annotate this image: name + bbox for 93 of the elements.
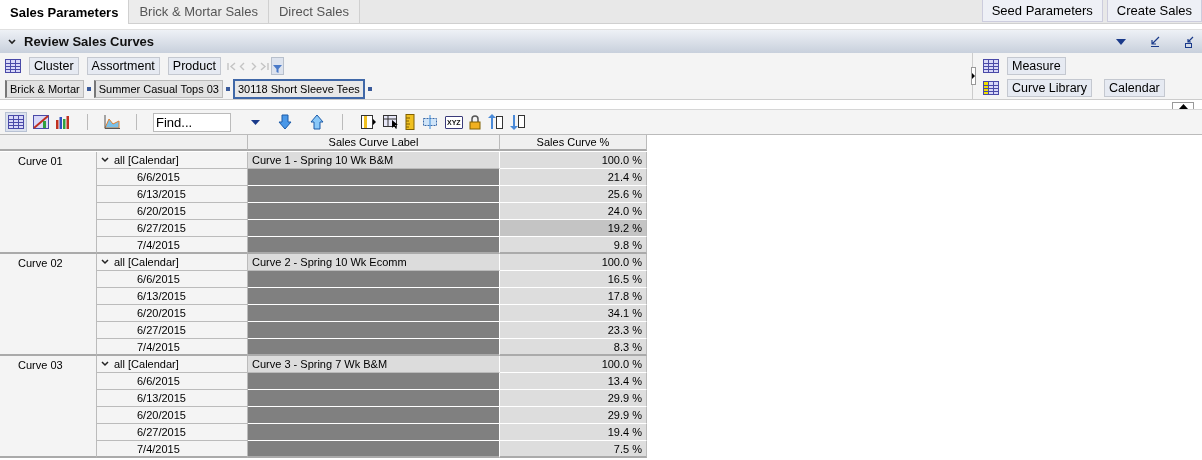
dimension-tile[interactable]: Curve Library (1007, 79, 1093, 97)
dimension-tile[interactable]: Measure (1007, 57, 1066, 75)
column-header: Sales Curve % (500, 135, 647, 151)
row-header: 7/4/2015 (97, 441, 248, 458)
table-cell: Curve 1 - Spring 10 Wk B&M (248, 152, 500, 169)
table-cell: Curve 2 - Spring 10 Wk Ecomm (248, 254, 500, 271)
section-title: Review Sales Curves (24, 34, 155, 49)
row-header: 6/20/2015 (97, 203, 248, 220)
row-header: 6/6/2015 (97, 271, 248, 288)
ruler-icon[interactable] (405, 114, 415, 130)
dimension-tile[interactable]: Assortment (86, 57, 160, 75)
dropdown-caret-icon[interactable] (251, 119, 260, 125)
row-header: 6/27/2015 (97, 220, 248, 237)
table-cell[interactable]: 34.1 % (500, 305, 647, 322)
grid-layout-icon (983, 59, 999, 73)
table-cell[interactable]: 19.2 % (500, 220, 647, 237)
row-header: 6/6/2015 (97, 169, 248, 186)
separator-icon (367, 87, 372, 91)
action-button[interactable]: Seed Parameters (981, 0, 1103, 22)
row-header: 6/13/2015 (97, 186, 248, 203)
action-button[interactable]: Create Sales (1106, 0, 1202, 22)
table-cell[interactable]: 8.3 % (500, 339, 647, 356)
tab[interactable]: Brick & Mortar Sales (129, 0, 269, 23)
table-cell: 100.0 % (500, 152, 647, 169)
chart-grid-icon[interactable] (33, 115, 49, 129)
table-cell: 100.0 % (500, 356, 647, 373)
grid-cursor-icon[interactable] (383, 115, 399, 129)
table-cell: 100.0 % (500, 254, 647, 271)
collapse-handle[interactable] (971, 67, 976, 85)
breadcrumb-item[interactable]: Brick & Mortar (5, 80, 84, 98)
dimension-tile[interactable]: Cluster (29, 57, 79, 75)
row-header: 6/20/2015 (97, 305, 248, 322)
table-cell: Curve 3 - Spring 7 Wk B&M (248, 356, 500, 373)
table-cell[interactable]: 24.0 % (500, 203, 647, 220)
row-header: all [Calendar] (114, 256, 179, 268)
row-header: Curve 01 (0, 152, 97, 254)
triangle-up-icon (1178, 103, 1188, 109)
row-header: 6/27/2015 (97, 424, 248, 441)
grid-layout-icon (5, 59, 21, 73)
row-header: all [Calendar] (114, 358, 179, 370)
table-cell[interactable]: 7.5 % (500, 441, 647, 458)
table-cell[interactable]: 17.8 % (500, 288, 647, 305)
table-cell[interactable]: 23.3 % (500, 322, 647, 339)
table-cell[interactable]: 29.9 % (500, 407, 647, 424)
find-field[interactable]: Find... (153, 112, 231, 132)
arrow-down-icon[interactable] (278, 114, 292, 130)
dimension-tile[interactable]: Calendar (1104, 79, 1165, 97)
table-cell[interactable]: 25.6 % (500, 186, 647, 203)
sort-descending-icon[interactable] (508, 114, 525, 130)
grid-icon (8, 115, 24, 129)
triangle-right-icon (972, 73, 975, 79)
bar-chart-icon[interactable] (55, 115, 71, 129)
split-cell-icon[interactable] (421, 115, 439, 129)
row-header: 6/13/2015 (97, 390, 248, 407)
table-cell[interactable]: 16.5 % (500, 271, 647, 288)
column-insert-icon[interactable] (361, 115, 377, 129)
collapse-chevron-icon[interactable] (8, 38, 16, 45)
grid-layout-icon (983, 81, 999, 95)
detach-icon[interactable] (1184, 35, 1194, 48)
row-header: all [Calendar] (114, 154, 179, 166)
separator-icon (225, 87, 230, 91)
table-cell[interactable]: 13.4 % (500, 373, 647, 390)
collapse-chevron-icon[interactable] (101, 259, 109, 265)
minimize-arrow-icon[interactable] (1150, 36, 1160, 47)
grid-view-button[interactable] (5, 112, 27, 132)
arrow-up-icon[interactable] (310, 114, 324, 130)
row-header: 6/20/2015 (97, 407, 248, 424)
tab[interactable]: Direct Sales (268, 0, 360, 23)
sort-ascending-icon[interactable] (486, 114, 503, 130)
row-header: 6/6/2015 (97, 373, 248, 390)
table-cell[interactable]: 21.4 % (500, 169, 647, 186)
funnel-icon (272, 65, 282, 73)
area-chart-icon[interactable] (104, 115, 120, 129)
tab[interactable]: Sales Parameters (0, 0, 130, 24)
separator-icon (86, 87, 91, 91)
collapse-chevron-icon[interactable] (101, 361, 109, 367)
lock-icon[interactable] (468, 114, 481, 130)
row-header: 7/4/2015 (97, 339, 248, 356)
table-cell[interactable]: 9.8 % (500, 237, 647, 254)
dropdown-triangle-icon[interactable] (1116, 38, 1126, 45)
breadcrumb-item[interactable]: Summer Casual Tops 03 (93, 80, 223, 98)
collapse-chevron-icon[interactable] (101, 157, 109, 163)
breadcrumb-item[interactable]: 30118 Short Sleeve Tees (232, 79, 365, 99)
dimension-tile[interactable]: Product (167, 57, 221, 75)
row-header: 7/4/2015 (97, 237, 248, 254)
row-header: Curve 02 (0, 254, 97, 356)
row-header: 6/13/2015 (97, 288, 248, 305)
column-header: Sales Curve Label (248, 135, 500, 151)
row-header: 6/27/2015 (97, 322, 248, 339)
row-header: Curve 03 (0, 356, 97, 458)
table-cell[interactable]: 19.4 % (500, 424, 647, 441)
table-cell[interactable]: 29.9 % (500, 390, 647, 407)
filter-button[interactable] (270, 57, 284, 75)
